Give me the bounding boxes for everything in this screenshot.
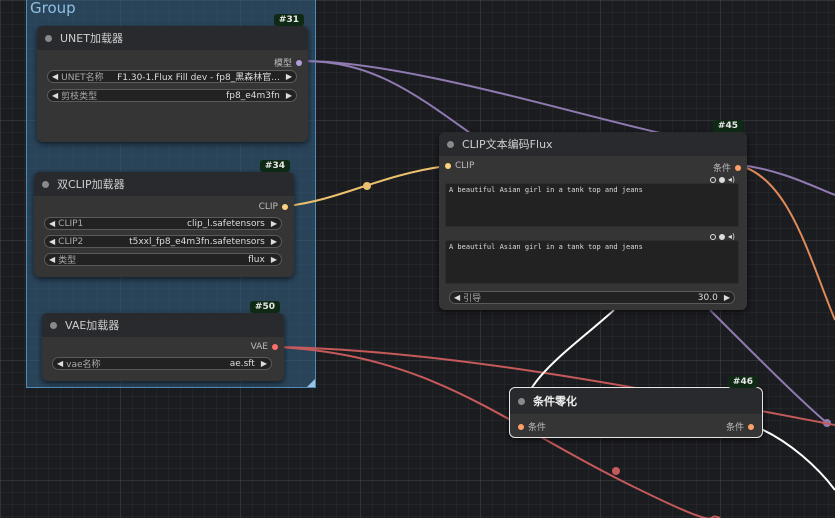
- node-id-badge: #31: [273, 14, 304, 26]
- group-title[interactable]: Group: [30, 0, 76, 17]
- node-id-badge: #45: [712, 120, 743, 132]
- widget-label: CLIP1: [58, 218, 84, 229]
- widget-label: vae名称: [66, 360, 101, 370]
- widget-label: CLIP2: [58, 236, 84, 247]
- output-port-conditioning[interactable]: 条件: [726, 420, 754, 433]
- node-header[interactable]: 双CLIP加载器: [34, 172, 294, 196]
- node-header[interactable]: UNET加载器: [37, 26, 308, 50]
- port-dot-icon[interactable]: [282, 204, 288, 210]
- combo-vae-name[interactable]: ◀ vae名称 ae.sft ▶: [52, 357, 272, 370]
- node-title: 条件零化: [533, 395, 577, 408]
- output-port-model[interactable]: 模型: [274, 56, 302, 69]
- node-id-badge: #34: [259, 160, 290, 172]
- circle-icon[interactable]: [709, 233, 716, 240]
- arrow-left-icon[interactable]: ◀: [52, 91, 58, 100]
- reroute-vae: [612, 467, 620, 475]
- output-label: 模型: [273, 59, 292, 69]
- node-conditioning-zero-out[interactable]: #46 条件零化 条件 条件: [509, 376, 763, 438]
- widget-value: fp8_e4m3fn: [226, 90, 280, 101]
- output-port-vae[interactable]: VAE: [251, 342, 278, 352]
- output-label: CLIP: [258, 202, 278, 212]
- widget-value: flux: [248, 254, 265, 265]
- widget-value: clip_l.safetensors: [187, 218, 265, 229]
- input-label: 条件: [528, 423, 547, 433]
- arrow-right-icon[interactable]: ▶: [724, 293, 730, 302]
- widget-label: 剪枝类型: [61, 92, 98, 102]
- node-dual-clip-loader[interactable]: #34 双CLIP加载器 CLIP ◀ CLIP1 clip_l.safeten…: [34, 160, 294, 277]
- settings-icon[interactable]: [718, 233, 725, 240]
- widget-value: F1.30-1.Flux Fill dev - fp8_黑森林官...: [117, 73, 280, 83]
- arrow-left-icon[interactable]: ◀: [49, 219, 55, 228]
- input-label: CLIP: [455, 161, 475, 171]
- prompt-text-clip-l[interactable]: A beautiful Asian girl in a tank top and…: [445, 183, 739, 227]
- output-label: 条件: [712, 164, 731, 174]
- circle-icon[interactable]: [709, 176, 716, 183]
- reroute-clip: [363, 182, 371, 190]
- port-dot-icon[interactable]: [518, 423, 524, 430]
- widget-value: ae.sft: [229, 358, 255, 369]
- node-clip-text-encode-flux[interactable]: #45 CLIP文本编码Flux CLIP 条件 ◂) A beautiful …: [439, 120, 747, 310]
- node-id-badge: #46: [727, 376, 758, 388]
- output-label: 条件: [725, 423, 744, 433]
- port-dot-icon[interactable]: [296, 59, 302, 66]
- arrow-left-icon[interactable]: ◀: [454, 293, 460, 302]
- reroute-purple: [823, 419, 831, 427]
- widget-label: UNET名称: [61, 73, 104, 83]
- link-white-2: [751, 424, 835, 491]
- node-vae-loader[interactable]: #50 VAE加载器 VAE ◀ vae名称 ae.sft ▶: [42, 301, 284, 381]
- arrow-right-icon[interactable]: ▶: [286, 72, 292, 81]
- widget-label: 引导: [463, 294, 482, 304]
- output-port-clip[interactable]: CLIP: [259, 202, 288, 212]
- arrow-right-icon[interactable]: ▶: [286, 91, 292, 100]
- combo-clip-type[interactable]: ◀ 类型 flux ▶: [44, 253, 282, 266]
- group-resize-handle[interactable]: [307, 379, 315, 387]
- arrow-right-icon[interactable]: ▶: [271, 237, 277, 246]
- port-dot-icon[interactable]: [445, 163, 451, 169]
- arrow-left-icon[interactable]: ◀: [49, 255, 55, 264]
- number-guidance[interactable]: ◀ 引导 30.0 ▶: [449, 291, 735, 304]
- collapse-dot-icon[interactable]: [518, 397, 525, 405]
- combo-weight-dtype[interactable]: ◀ 剪枝类型 fp8_e4m3fn ▶: [47, 89, 297, 102]
- node-unet-loader[interactable]: #31 UNET加载器 模型 ◀ UNET名称 F1.30-1.Flux Fil…: [37, 14, 308, 142]
- port-dot-icon[interactable]: [735, 164, 741, 171]
- node-id-badge: #50: [249, 301, 280, 313]
- widget-value: 30.0: [697, 292, 718, 303]
- link-model-2: [301, 60, 471, 134]
- node-title: CLIP文本编码Flux: [462, 138, 553, 151]
- port-dot-icon[interactable]: [748, 423, 754, 430]
- combo-clip1[interactable]: ◀ CLIP1 clip_l.safetensors ▶: [44, 217, 282, 230]
- arrow-right-icon[interactable]: ▶: [271, 219, 277, 228]
- arrow-left-icon[interactable]: ◀: [57, 359, 63, 368]
- arrow-left-icon[interactable]: ◀: [49, 237, 55, 246]
- link-cond-orange: [740, 165, 835, 321]
- settings-icon[interactable]: [718, 176, 725, 183]
- arrow-left-icon[interactable]: ◀: [52, 72, 58, 81]
- port-dot-icon[interactable]: [272, 344, 278, 350]
- node-header[interactable]: CLIP文本编码Flux: [439, 132, 747, 156]
- prompt-text-t5xxl[interactable]: A beautiful Asian girl in a tank top and…: [445, 240, 739, 284]
- node-header[interactable]: VAE加载器: [42, 313, 284, 337]
- node-header[interactable]: 条件零化: [510, 388, 762, 414]
- collapse-dot-icon[interactable]: [447, 140, 454, 148]
- combo-clip2[interactable]: ◀ CLIP2 t5xxl_fp8_e4m3fn.safetensors ▶: [44, 235, 282, 248]
- node-title: 双CLIP加载器: [57, 178, 125, 191]
- arrow-right-icon[interactable]: ▶: [261, 359, 267, 368]
- widget-label: 类型: [58, 256, 77, 266]
- node-title: UNET加载器: [60, 32, 123, 45]
- input-port-clip[interactable]: CLIP: [445, 161, 474, 171]
- input-port-conditioning[interactable]: 条件: [518, 420, 546, 433]
- widget-value: t5xxl_fp8_e4m3fn.safetensors: [129, 236, 265, 247]
- arrow-right-icon[interactable]: ▶: [271, 255, 277, 264]
- link-cond-purple: [740, 164, 835, 196]
- link-model-1: [301, 60, 661, 134]
- output-label: VAE: [250, 342, 268, 352]
- output-port-conditioning[interactable]: 条件: [713, 161, 741, 174]
- combo-unet-name[interactable]: ◀ UNET名称 F1.30-1.Flux Fill dev - fp8_黑森林…: [47, 70, 297, 83]
- collapse-dot-icon[interactable]: [50, 321, 57, 329]
- collapse-dot-icon[interactable]: [42, 180, 49, 188]
- collapse-dot-icon[interactable]: [45, 34, 52, 42]
- node-title: VAE加载器: [65, 319, 120, 332]
